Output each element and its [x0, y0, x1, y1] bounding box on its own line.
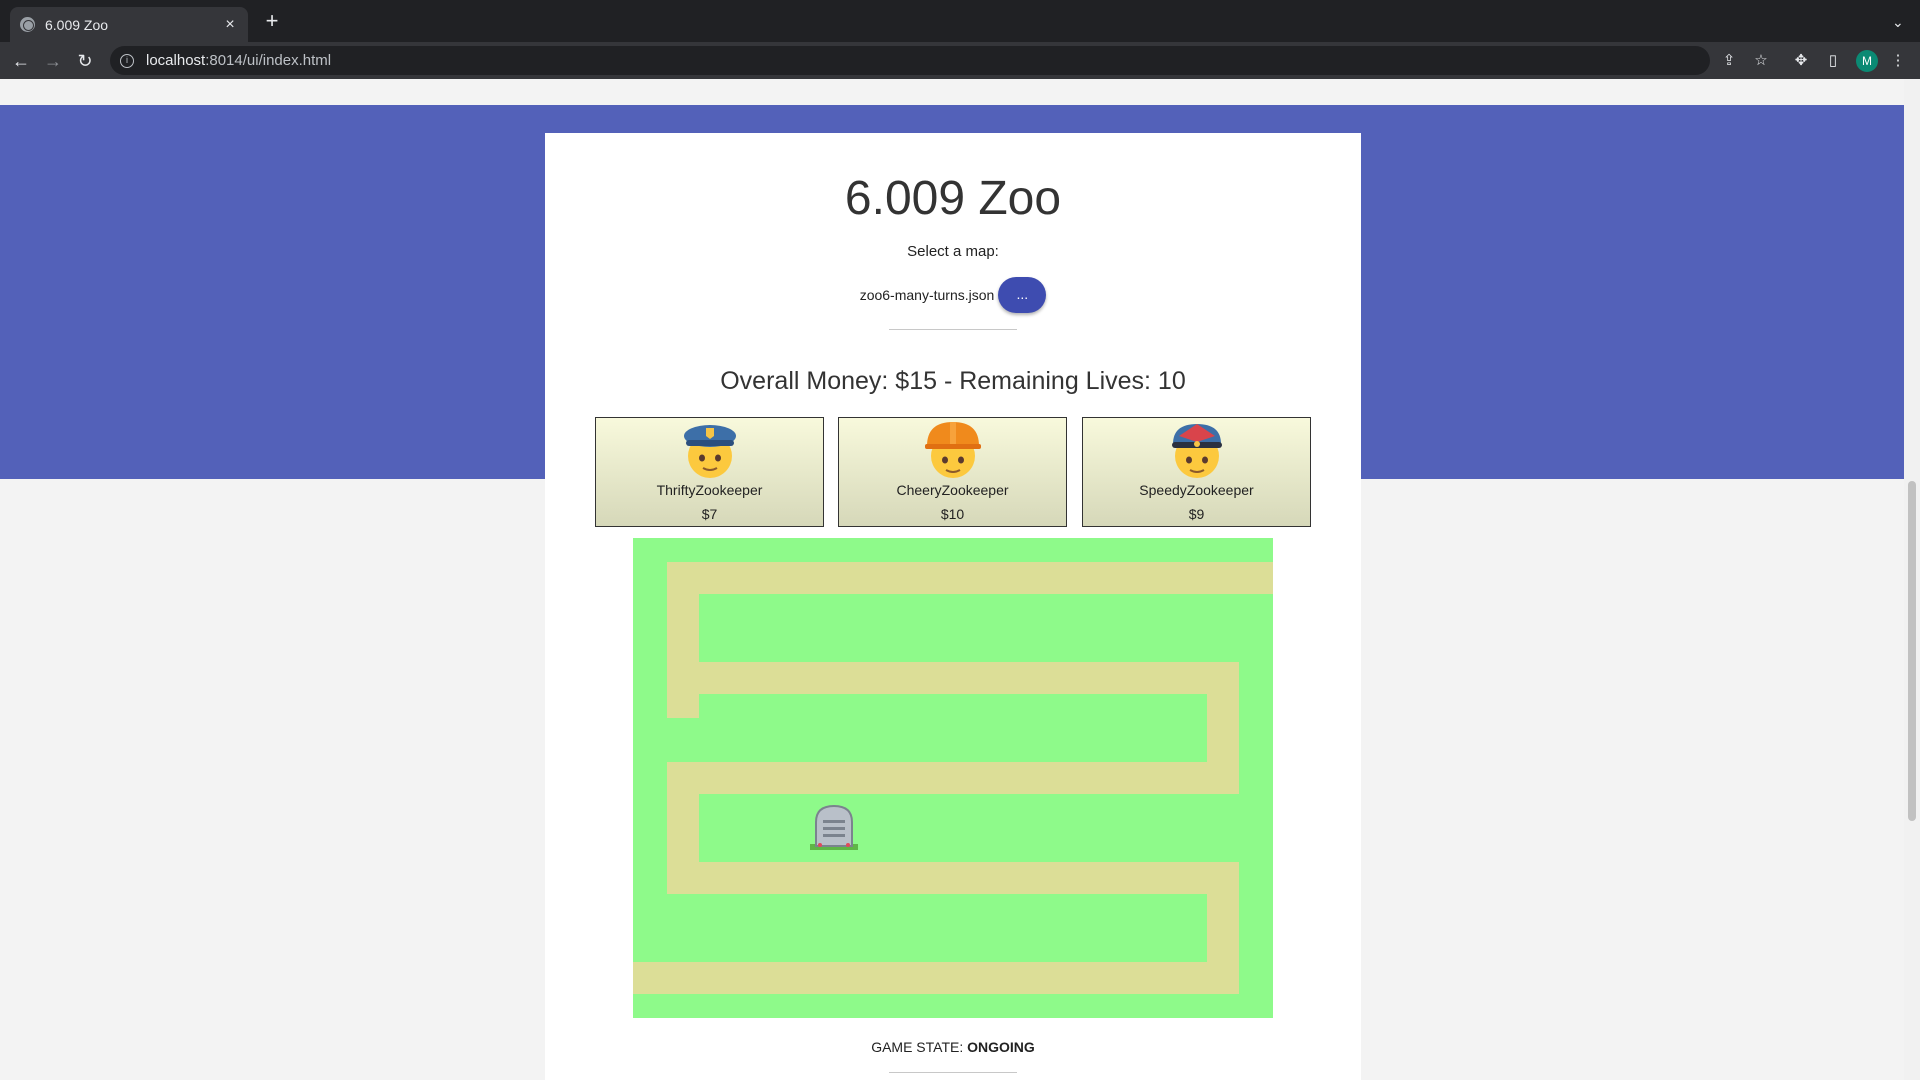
man-with-cap-icon: [1172, 424, 1222, 478]
browser-toolbar: ← → ↻ i localhost:8014/ui/index.html ⇪ ☆…: [0, 42, 1920, 79]
reload-icon[interactable]: ↻: [72, 48, 98, 74]
avatar[interactable]: M: [1856, 50, 1878, 72]
globe-icon: [20, 17, 35, 32]
zookeeper-card-cheery[interactable]: CheeryZookeeper $10: [838, 417, 1067, 527]
game-state-value: ONGOING: [967, 1039, 1035, 1055]
headstone-icon: [810, 804, 858, 850]
side-panel-icon[interactable]: ▯: [1823, 51, 1843, 71]
map-file-name: zoo6-many-turns.json: [859, 287, 995, 303]
bookmark-star-icon[interactable]: ☆: [1751, 51, 1771, 71]
extensions-icon[interactable]: ✥: [1791, 51, 1811, 71]
chevron-down-icon[interactable]: ⌄: [1892, 14, 1906, 30]
game-state-label: GAME STATE:: [871, 1039, 964, 1055]
path-segment: [633, 962, 1239, 994]
back-icon[interactable]: ←: [8, 48, 34, 74]
path-segment: [667, 862, 1239, 894]
zookeeper-shop: ThriftyZookeeper $7 CheeryZookeeper $10: [595, 417, 1311, 527]
menu-icon[interactable]: ⋮: [1888, 51, 1908, 71]
money-lives-status: Overall Money: $15 - Remaining Lives: 10: [720, 367, 1186, 395]
zookeeper-name: CheeryZookeeper: [896, 482, 1009, 498]
main-card: 6.009 Zoo Select a map: zoo6-many-turns.…: [545, 133, 1361, 1080]
browser-tab-bar: 6.009 Zoo × + ⌄: [0, 0, 1920, 42]
forward-icon[interactable]: →: [40, 48, 66, 74]
path-segment: [667, 762, 1239, 794]
game-state: GAME STATE: ONGOING: [545, 1039, 1361, 1055]
tab-title: 6.009 Zoo: [45, 16, 109, 33]
divider: [889, 1072, 1017, 1073]
zookeeper-cost: $10: [940, 506, 965, 522]
page-scrollbar[interactable]: [1904, 79, 1920, 1080]
page-viewport: 6.009 Zoo Select a map: zoo6-many-turns.…: [0, 79, 1904, 1080]
map-selector: zoo6-many-turns.json ...: [545, 277, 1361, 313]
url-path: :8014/ui/index.html: [205, 52, 332, 69]
zookeeper-cost: $9: [1188, 506, 1205, 522]
zookeeper-name: SpeedyZookeeper: [1139, 482, 1254, 498]
scrollbar-thumb[interactable]: [1908, 481, 1916, 821]
divider: [889, 329, 1017, 330]
zookeeper-card-thrifty[interactable]: ThriftyZookeeper $7: [595, 417, 824, 527]
path-segment: [667, 562, 1273, 594]
select-map-label: Select a map:: [907, 243, 999, 260]
info-icon[interactable]: i: [120, 53, 134, 68]
share-icon[interactable]: ⇪: [1719, 51, 1739, 71]
path-segment: [667, 662, 1239, 694]
zookeeper-card-speedy[interactable]: SpeedyZookeeper $9: [1082, 417, 1311, 527]
page-title: 6.009 Zoo: [844, 172, 1062, 225]
close-icon[interactable]: ×: [222, 16, 238, 34]
new-tab-button[interactable]: +: [260, 10, 284, 34]
choose-map-button[interactable]: ...: [998, 277, 1047, 313]
address-bar[interactable]: i localhost:8014/ui/index.html: [110, 46, 1710, 75]
url-host: localhost: [146, 52, 206, 69]
zookeeper-name: ThriftyZookeeper: [656, 482, 763, 498]
construction-worker-icon: [925, 422, 981, 478]
zookeeper-cost: $7: [701, 506, 718, 522]
police-officer-icon: [684, 425, 736, 478]
game-board[interactable]: [633, 538, 1273, 1018]
browser-tab[interactable]: 6.009 Zoo ×: [10, 7, 248, 42]
path-segment: [667, 562, 699, 718]
